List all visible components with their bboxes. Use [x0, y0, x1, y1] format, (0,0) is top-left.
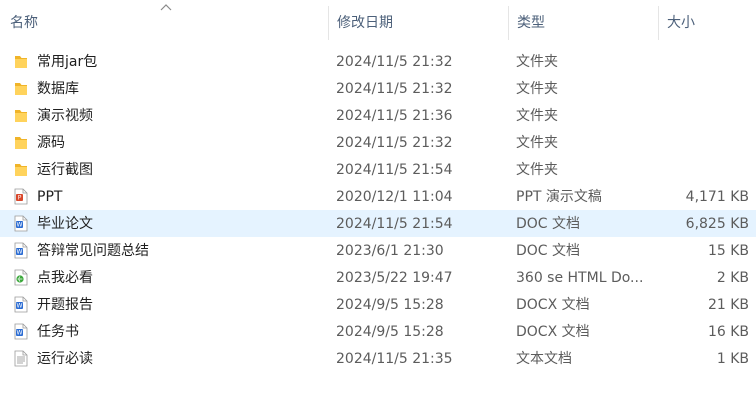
file-name: 毕业论文 — [37, 216, 93, 232]
file-size — [660, 156, 749, 183]
file-modified-date: 2024/11/5 21:32 — [336, 135, 453, 151]
folder-icon — [14, 134, 28, 151]
file-type: 文件夹 — [516, 54, 558, 70]
file-type: 文件夹 — [516, 81, 558, 97]
file-row[interactable]: W 开题报告 2024/9/5 15:28 DOCX 文档 21 KB — [0, 291, 756, 318]
ppt-file-icon: P — [14, 188, 28, 205]
file-modified-date: 2024/11/5 21:54 — [336, 216, 453, 232]
column-header-type-label: 类型 — [517, 15, 545, 31]
file-row[interactable]: W 答辩常见问题总结 2023/6/1 21:30 DOC 文档 15 KB — [0, 237, 756, 264]
file-row[interactable]: 源码 2024/11/5 21:32 文件夹 — [0, 129, 756, 156]
file-row[interactable]: 运行截图 2024/11/5 21:54 文件夹 — [0, 156, 756, 183]
folder-icon — [14, 161, 28, 178]
file-row[interactable]: P PPT 2020/12/1 11:04 PPT 演示文稿 4,171 KB — [0, 183, 756, 210]
file-type: 文本文档 — [516, 351, 572, 367]
word-doc-icon: W — [14, 296, 28, 313]
file-row[interactable]: 演示视频 2024/11/5 21:36 文件夹 — [0, 102, 756, 129]
column-header-bar: 名称 修改日期 类型 大小 — [0, 0, 756, 44]
file-modified-date: 2024/11/5 21:32 — [336, 81, 453, 97]
file-type: 文件夹 — [516, 135, 558, 151]
file-size — [660, 102, 749, 129]
word-doc-icon: W — [14, 242, 28, 259]
file-modified-date: 2020/12/1 11:04 — [336, 189, 453, 205]
file-type: 360 se HTML Do... — [516, 270, 644, 286]
column-header-size[interactable]: 大小 — [659, 0, 756, 44]
file-name: 答辩常见问题总结 — [37, 243, 149, 259]
file-modified-date: 2024/11/5 21:36 — [336, 108, 453, 124]
file-modified-date: 2024/11/5 21:54 — [336, 162, 453, 178]
file-type: DOCX 文档 — [516, 297, 590, 313]
file-type: DOC 文档 — [516, 216, 581, 232]
column-header-date-label: 修改日期 — [337, 15, 393, 31]
file-size: 4,171 KB — [685, 189, 749, 205]
file-size: 6,825 KB — [685, 216, 749, 232]
file-name: 运行截图 — [37, 162, 93, 178]
file-row[interactable]: 数据库 2024/11/5 21:32 文件夹 — [0, 75, 756, 102]
file-size — [660, 129, 749, 156]
file-row[interactable]: 运行必读 2024/11/5 21:35 文本文档 1 KB — [0, 345, 756, 372]
file-name: 运行必读 — [37, 351, 93, 367]
file-modified-date: 2024/11/5 21:32 — [336, 54, 453, 70]
file-size — [660, 48, 749, 75]
file-size: 2 KB — [716, 270, 749, 286]
word-doc-icon: W — [14, 215, 28, 232]
file-size: 16 KB — [707, 324, 749, 340]
file-name: 源码 — [37, 135, 65, 151]
text-file-icon — [14, 350, 28, 367]
folder-icon — [14, 80, 28, 97]
file-name: 常用jar包 — [37, 54, 98, 70]
folder-icon — [14, 107, 28, 124]
file-type: PPT 演示文稿 — [516, 189, 602, 205]
file-modified-date: 2023/6/1 21:30 — [336, 243, 444, 259]
file-modified-date: 2023/5/22 19:47 — [336, 270, 453, 286]
file-type: 文件夹 — [516, 162, 558, 178]
file-name: PPT — [37, 189, 63, 205]
html-file-icon — [14, 269, 28, 286]
file-row[interactable]: 点我必看 2023/5/22 19:47 360 se HTML Do... 2 KB — [0, 264, 756, 291]
column-header-name[interactable]: 名称 — [2, 0, 327, 44]
column-header-name-label: 名称 — [10, 15, 38, 31]
file-explorer-list: 名称 修改日期 类型 大小 常用jar包 2024/11/5 21:32 文件夹 数据… — [0, 0, 756, 413]
svg-text:W: W — [17, 330, 23, 337]
svg-text:W: W — [17, 249, 23, 256]
file-row[interactable]: W 毕业论文 2024/11/5 21:54 DOC 文档 6,825 KB — [0, 210, 756, 237]
file-modified-date: 2024/11/5 21:35 — [336, 351, 453, 367]
file-name: 数据库 — [37, 81, 79, 97]
svg-text:W: W — [17, 303, 23, 310]
file-type: 文件夹 — [516, 108, 558, 124]
column-header-type[interactable]: 类型 — [509, 0, 657, 44]
file-size — [660, 75, 749, 102]
file-row[interactable]: W 任务书 2024/9/5 15:28 DOCX 文档 16 KB — [0, 318, 756, 345]
file-list: 常用jar包 2024/11/5 21:32 文件夹 数据库 2024/11/5 21:… — [0, 48, 756, 372]
file-name: 点我必看 — [37, 270, 93, 286]
folder-icon — [14, 53, 28, 70]
file-name: 任务书 — [37, 324, 79, 340]
column-header-size-label: 大小 — [667, 15, 695, 31]
file-modified-date: 2024/9/5 15:28 — [336, 297, 444, 313]
file-name: 演示视频 — [37, 108, 93, 124]
svg-text:W: W — [17, 222, 23, 229]
word-doc-icon: W — [14, 323, 28, 340]
svg-text:P: P — [18, 195, 22, 202]
file-modified-date: 2024/9/5 15:28 — [336, 324, 444, 340]
file-name: 开题报告 — [37, 297, 93, 313]
file-type: DOC 文档 — [516, 243, 581, 259]
file-row[interactable]: 常用jar包 2024/11/5 21:32 文件夹 — [0, 48, 756, 75]
file-size: 15 KB — [707, 243, 749, 259]
file-size: 21 KB — [707, 297, 749, 313]
file-size: 1 KB — [716, 351, 749, 367]
column-header-date[interactable]: 修改日期 — [329, 0, 507, 44]
file-type: DOCX 文档 — [516, 324, 590, 340]
